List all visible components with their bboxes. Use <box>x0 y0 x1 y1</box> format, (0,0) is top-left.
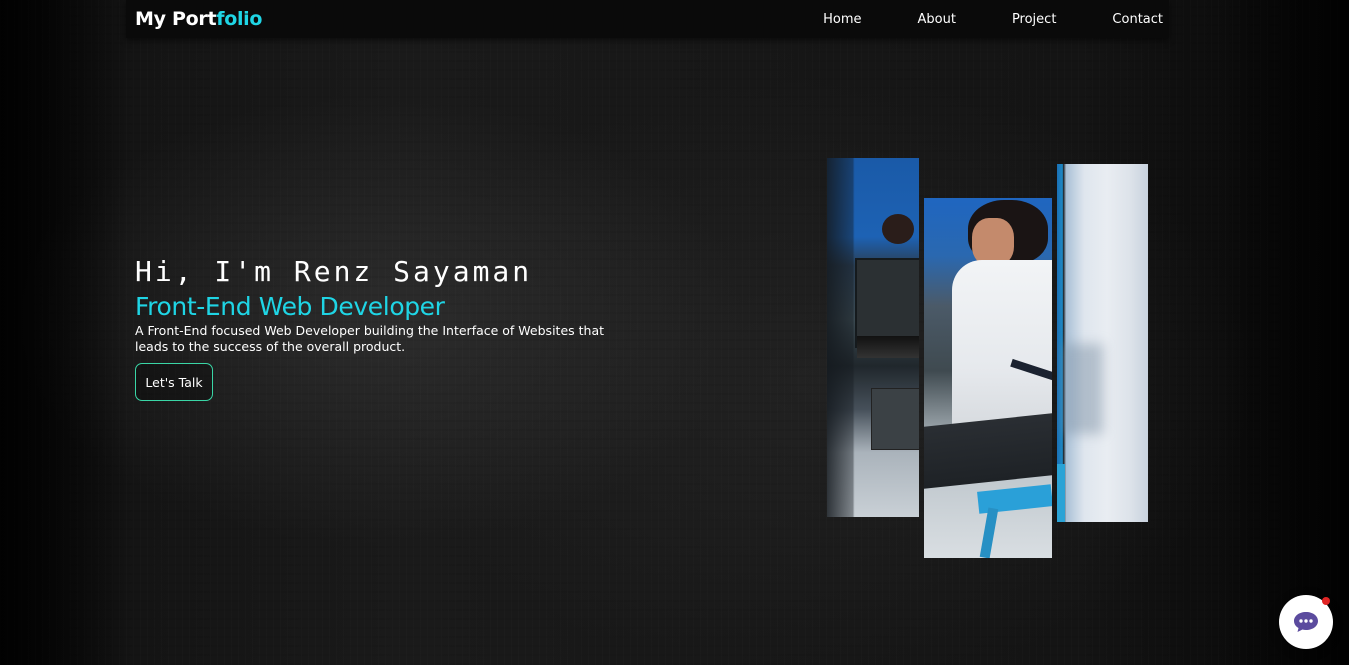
nav-link-contact[interactable]: Contact <box>1112 12 1163 27</box>
nav-link-about[interactable]: About <box>918 12 956 27</box>
photo-strip-right <box>1057 164 1148 522</box>
chat-bubble-icon <box>1294 612 1318 632</box>
left-vignette <box>0 0 128 665</box>
photo-strip-center <box>924 198 1052 558</box>
background-person <box>882 214 914 244</box>
nav-link-home[interactable]: Home <box>823 12 861 27</box>
keyboard-image <box>857 336 919 358</box>
hero-role: Front-End Web Developer <box>135 292 445 321</box>
navbar: My Portfolio Home About Project Contact <box>126 0 1169 38</box>
brand-logo[interactable]: My Portfolio <box>135 8 262 30</box>
monitor-image <box>855 258 919 348</box>
right-vignette <box>1221 0 1349 665</box>
chair-edge <box>1057 464 1065 522</box>
photo-strip-left <box>827 158 919 517</box>
hero-description: A Front-End focused Web Developer buildi… <box>135 323 605 354</box>
blurred-shadow <box>1063 344 1103 434</box>
hero-greeting: Hi, I'm Renz Sayaman <box>135 255 533 288</box>
notification-dot <box>1322 597 1330 605</box>
brand-main-text: My Port <box>135 8 217 30</box>
person-pants <box>924 413 1052 489</box>
nav-links: Home About Project Contact <box>823 0 1163 38</box>
person-shirt <box>952 260 1052 440</box>
portfolio-page: My Portfolio Home About Project Contact … <box>0 0 1349 665</box>
lets-talk-button[interactable]: Let's Talk <box>135 363 213 401</box>
nav-link-project[interactable]: Project <box>1012 12 1056 27</box>
chair-leg <box>979 507 999 558</box>
person-face <box>972 218 1014 266</box>
computer-tower-image <box>871 388 919 450</box>
brand-accent-text: folio <box>216 8 263 30</box>
